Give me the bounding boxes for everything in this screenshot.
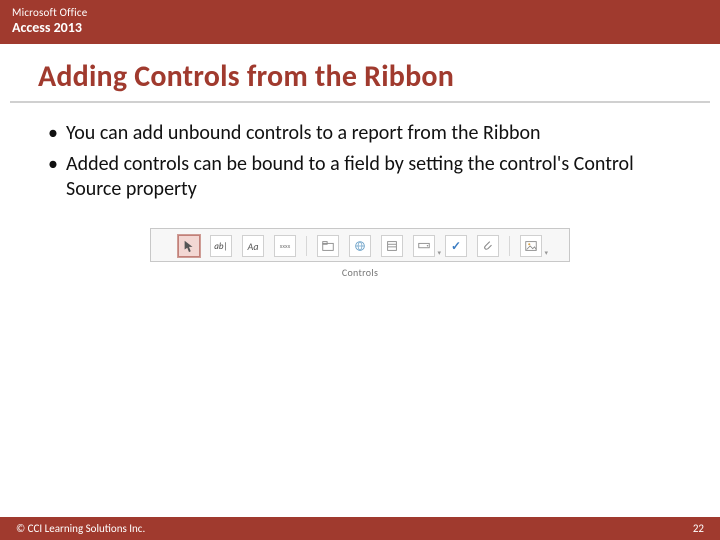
ribbon-group-caption: Controls	[150, 262, 570, 281]
listbox-icon[interactable]	[381, 235, 403, 257]
hyperlink-icon[interactable]	[349, 235, 371, 257]
footer-band: © CCI Learning Solutions Inc. 22	[0, 517, 720, 540]
bullet-item: You can add unbound controls to a report…	[44, 121, 676, 146]
pointer-icon[interactable]	[178, 235, 200, 257]
textbox-icon[interactable]: ab|	[210, 235, 232, 257]
combobox-icon[interactable]: ▾	[413, 235, 435, 257]
textbox-glyph: ab|	[214, 241, 227, 252]
bullet-item: Added controls can be bound to a field b…	[44, 152, 676, 202]
image-icon[interactable]: ▾	[520, 235, 542, 257]
product-line: Access 2013	[12, 19, 708, 36]
label-icon[interactable]: Aa	[242, 235, 264, 257]
chevron-down-icon: ▾	[544, 248, 548, 257]
slide: Microsoft Office Access 2013 Adding Cont…	[0, 0, 720, 540]
tabcontrol-icon[interactable]	[317, 235, 339, 257]
header-band: Microsoft Office Access 2013	[0, 0, 720, 44]
label-glyph: Aa	[248, 240, 259, 253]
ribbon-icon-row: ab| Aa xxxx	[178, 235, 542, 257]
separator	[306, 236, 307, 256]
separator	[509, 236, 510, 256]
button-glyph: xxxx	[280, 242, 290, 250]
ribbon-controls-figure: ab| Aa xxxx	[150, 228, 570, 281]
content-area: You can add unbound controls to a report…	[0, 103, 720, 517]
bullet-list: You can add unbound controls to a report…	[44, 121, 676, 202]
checkmark-glyph: ✓	[451, 239, 461, 254]
ribbon-group-box: ab| Aa xxxx	[150, 228, 570, 262]
button-icon[interactable]: xxxx	[274, 235, 296, 257]
brand-line: Microsoft Office	[12, 6, 708, 19]
page-title: Adding Controls from the Ribbon	[38, 58, 682, 95]
copyright-text: © CCI Learning Solutions Inc.	[16, 522, 145, 535]
checkbox-icon[interactable]: ✓	[445, 235, 467, 257]
attachment-icon[interactable]	[477, 235, 499, 257]
page-number: 22	[693, 522, 704, 535]
chevron-down-icon: ▾	[437, 248, 441, 257]
title-area: Adding Controls from the Ribbon	[10, 44, 710, 103]
